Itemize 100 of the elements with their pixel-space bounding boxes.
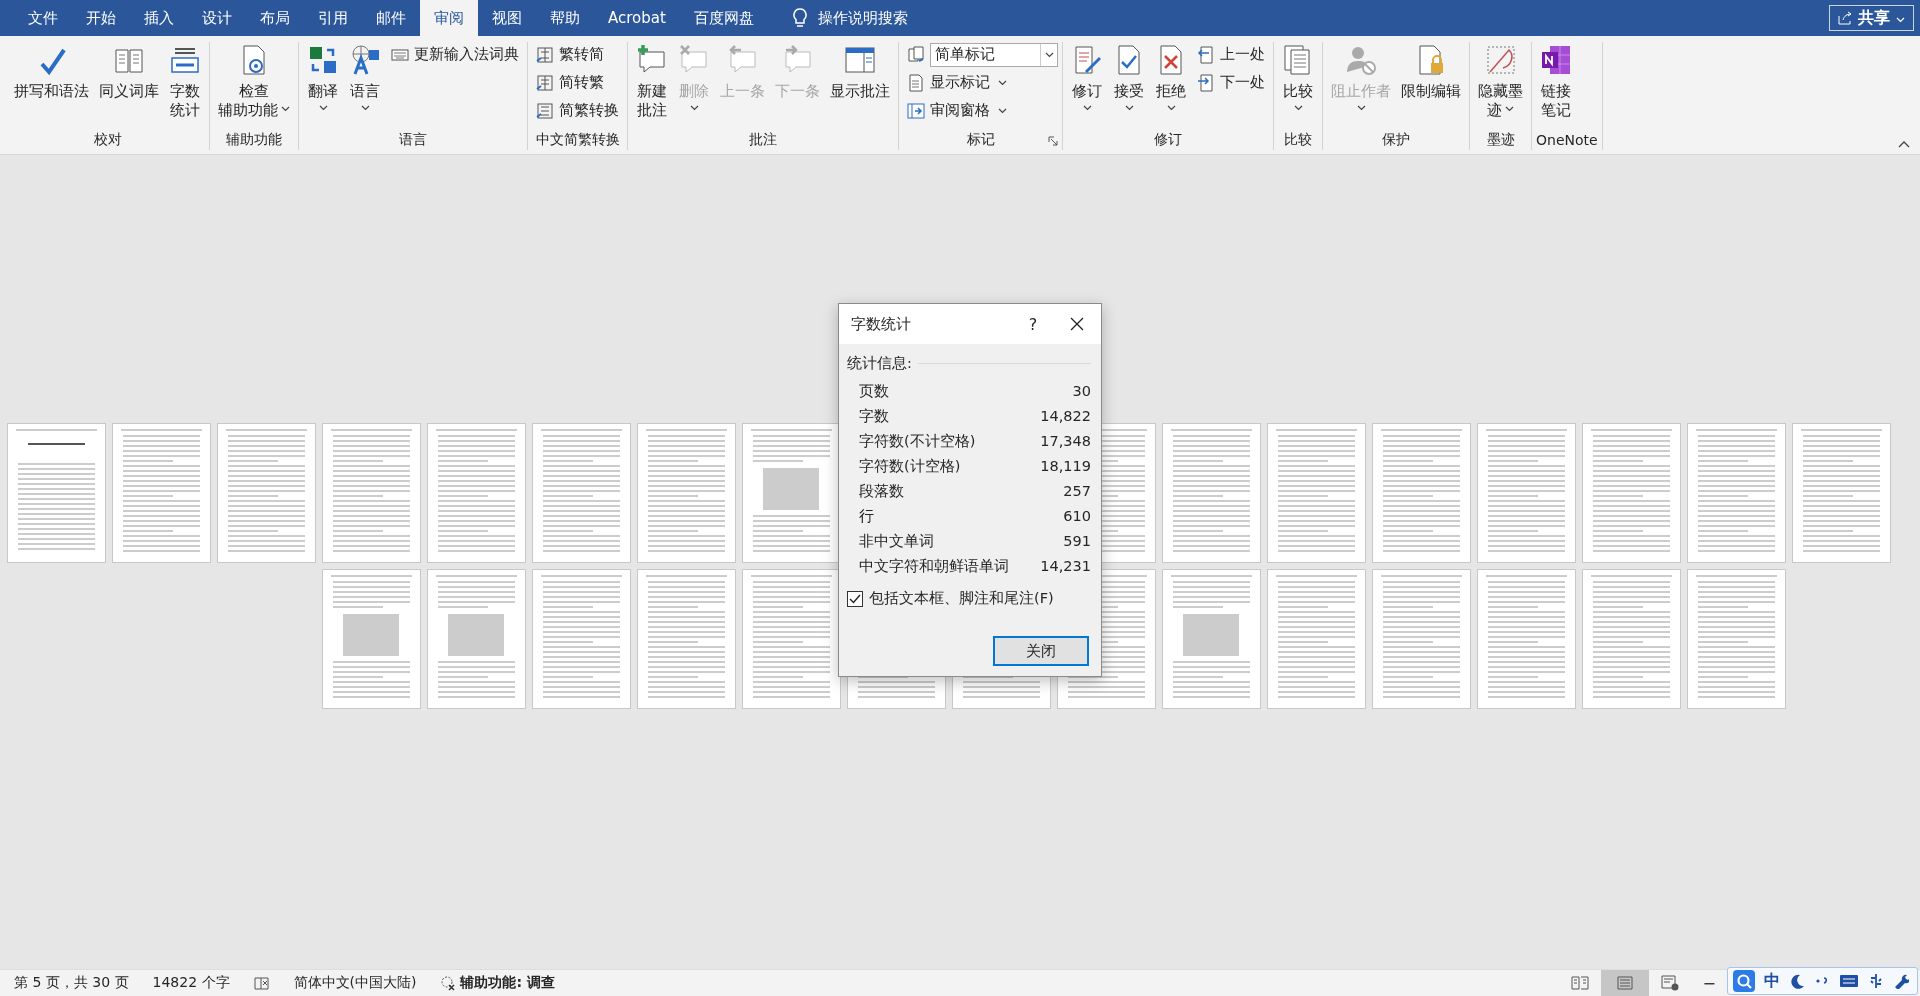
page-thumbnail[interactable] [1373,570,1470,708]
page-thumbnail[interactable] [533,570,630,708]
ribbon-tab[interactable]: 设计 [188,0,246,36]
page-thumbnail[interactable] [218,424,315,562]
page-thumbnail[interactable] [323,424,420,562]
page-thumbnail[interactable] [743,424,840,562]
word-count[interactable]: 14822 个字 [152,974,230,992]
group-label: 标记 [966,131,995,149]
page-thumbnail[interactable] [743,570,840,708]
share-icon [1838,11,1852,25]
ribbon-button[interactable]: 拒绝 [1151,42,1191,113]
ribbon-button[interactable]: 新建 批注 [632,42,672,122]
person-icon [1345,44,1377,76]
ribbon-tab[interactable]: 帮助 [536,0,594,36]
ribbon-button[interactable]: 简繁转换 [532,98,623,123]
book-x-icon[interactable] [253,976,270,990]
ribbon-button[interactable]: 比较 [1278,42,1318,113]
ribbon-button[interactable]: 检查 辅助功能 [214,42,294,122]
group-label: 中文简繁转换 [535,131,620,149]
ribbon-tab[interactable]: 邮件 [362,0,420,36]
search-icon[interactable] [1733,970,1755,992]
ribbon-tab[interactable]: 引用 [304,0,362,36]
keyboard-icon[interactable] [1839,974,1859,988]
stat-value: 17,348 [1040,432,1091,451]
caret-icon[interactable] [1896,17,1905,23]
page-thumbnail[interactable] [638,570,735,708]
markup-dropdown[interactable]: 简单标记 [930,42,1058,67]
ribbon-button[interactable]: 拼写和语法 [10,42,93,103]
share-button[interactable]: 共享 [1829,5,1914,31]
lines-icon [1615,976,1634,990]
web-layout-icon[interactable] [1660,975,1679,991]
page-thumbnail[interactable] [533,424,630,562]
ribbon-button[interactable]: 链接 笔记 [1536,42,1576,122]
ribbon-tab[interactable]: 文件 [14,0,72,36]
group-label: 保护 [1382,131,1410,149]
page-thumbnail[interactable] [1583,570,1680,708]
page-thumbnail[interactable] [1688,570,1785,708]
ribbon-button[interactable]: 简转繁 [532,70,623,95]
ribbon-button[interactable]: 下一处 [1193,70,1269,95]
accessibility-button[interactable]: 辅助功能: 调查 [440,974,555,992]
moon-icon[interactable] [1789,973,1805,989]
search-field[interactable]: 操作说明搜索 [791,0,908,36]
ribbon-button[interactable]: 接受 [1109,42,1149,113]
ribbon-button[interactable]: 更新输入法词典 [387,42,523,67]
ribbon-button[interactable]: 限制编辑 [1397,42,1465,103]
ribbon-tab[interactable]: 视图 [478,0,536,36]
read-mode-icon[interactable] [1570,976,1589,990]
page-thumbnail[interactable] [1268,424,1365,562]
stat-label: 字符数(计空格) [859,457,962,476]
ribbon-tab[interactable]: Acrobat [594,0,680,36]
cursor-icon[interactable] [1868,973,1884,989]
page-thumbnail[interactable] [1163,570,1260,708]
page-thumbnail[interactable] [1688,424,1785,562]
ribbon-button[interactable]: 繁转简 [532,42,623,67]
stat-label: 段落数 [859,482,905,501]
page-thumbnail[interactable] [8,424,105,562]
page-thumbnail[interactable] [323,570,420,708]
ribbon-tab[interactable]: 插入 [130,0,188,36]
input-mode-button[interactable]: 中 [1764,970,1780,992]
page-thumbnail[interactable] [113,424,210,562]
ribbon-tab[interactable]: 布局 [246,0,304,36]
language-indicator[interactable]: 简体中文(中国大陆) [293,974,417,992]
page-thumbnail[interactable] [428,424,525,562]
page-thumbnail[interactable] [1373,424,1470,562]
print-layout-button[interactable] [1600,970,1649,996]
ribbon-button[interactable]: 翻译 [303,42,343,113]
ribbon-button[interactable]: 显示批注 [826,42,894,103]
ribbon-button[interactable]: 隐藏墨 迹 [1474,42,1527,122]
close-button[interactable]: 关闭 [993,636,1089,666]
ribbon-button[interactable]: 显示标记 [903,70,1058,95]
ribbon-button[interactable]: 语言 [345,42,385,113]
zoom-out-button[interactable]: − [1702,973,1716,993]
ribbon-tab[interactable]: 百度网盘 [679,0,768,36]
page-count[interactable]: 第 5 页，共 30 页 [14,974,129,992]
page-thumbnail[interactable] [428,570,525,708]
collapse-caret-icon[interactable] [1898,140,1910,148]
page-thumbnail[interactable] [1793,424,1890,562]
ribbon-button[interactable]: 上一处 [1193,42,1269,67]
ribbon-tab[interactable]: 开始 [72,0,130,36]
checkbox-label[interactable]: 包括文本框、脚注和尾注(F) [869,589,1054,608]
wrench-icon[interactable] [1893,973,1909,989]
ribbon-button[interactable]: 字数 统计 [165,42,205,122]
group-label: 校对 [93,131,122,149]
page-thumbnail[interactable] [1478,570,1575,708]
globe-icon [349,44,381,76]
ribbon-button[interactable]: 审阅窗格 [903,98,1058,123]
help-button[interactable]: ? [1021,314,1045,334]
close-icon[interactable] [1069,316,1085,332]
checkbox[interactable] [847,590,863,607]
group-label: 墨迹 [1486,131,1515,149]
page-thumbnail[interactable] [638,424,735,562]
ribbon-button[interactable]: 同义词库 [95,42,163,103]
page-thumbnail[interactable] [1163,424,1260,562]
page-thumbnail[interactable] [1478,424,1575,562]
ribbon-button[interactable]: 修订 [1067,42,1107,113]
page-thumbnail[interactable] [1583,424,1680,562]
ribbon-tab[interactable]: 审阅 [420,0,478,36]
page-thumbnail[interactable] [1268,570,1365,708]
notebook-icon [1540,44,1572,76]
expand-corner-icon[interactable] [1048,136,1058,146]
